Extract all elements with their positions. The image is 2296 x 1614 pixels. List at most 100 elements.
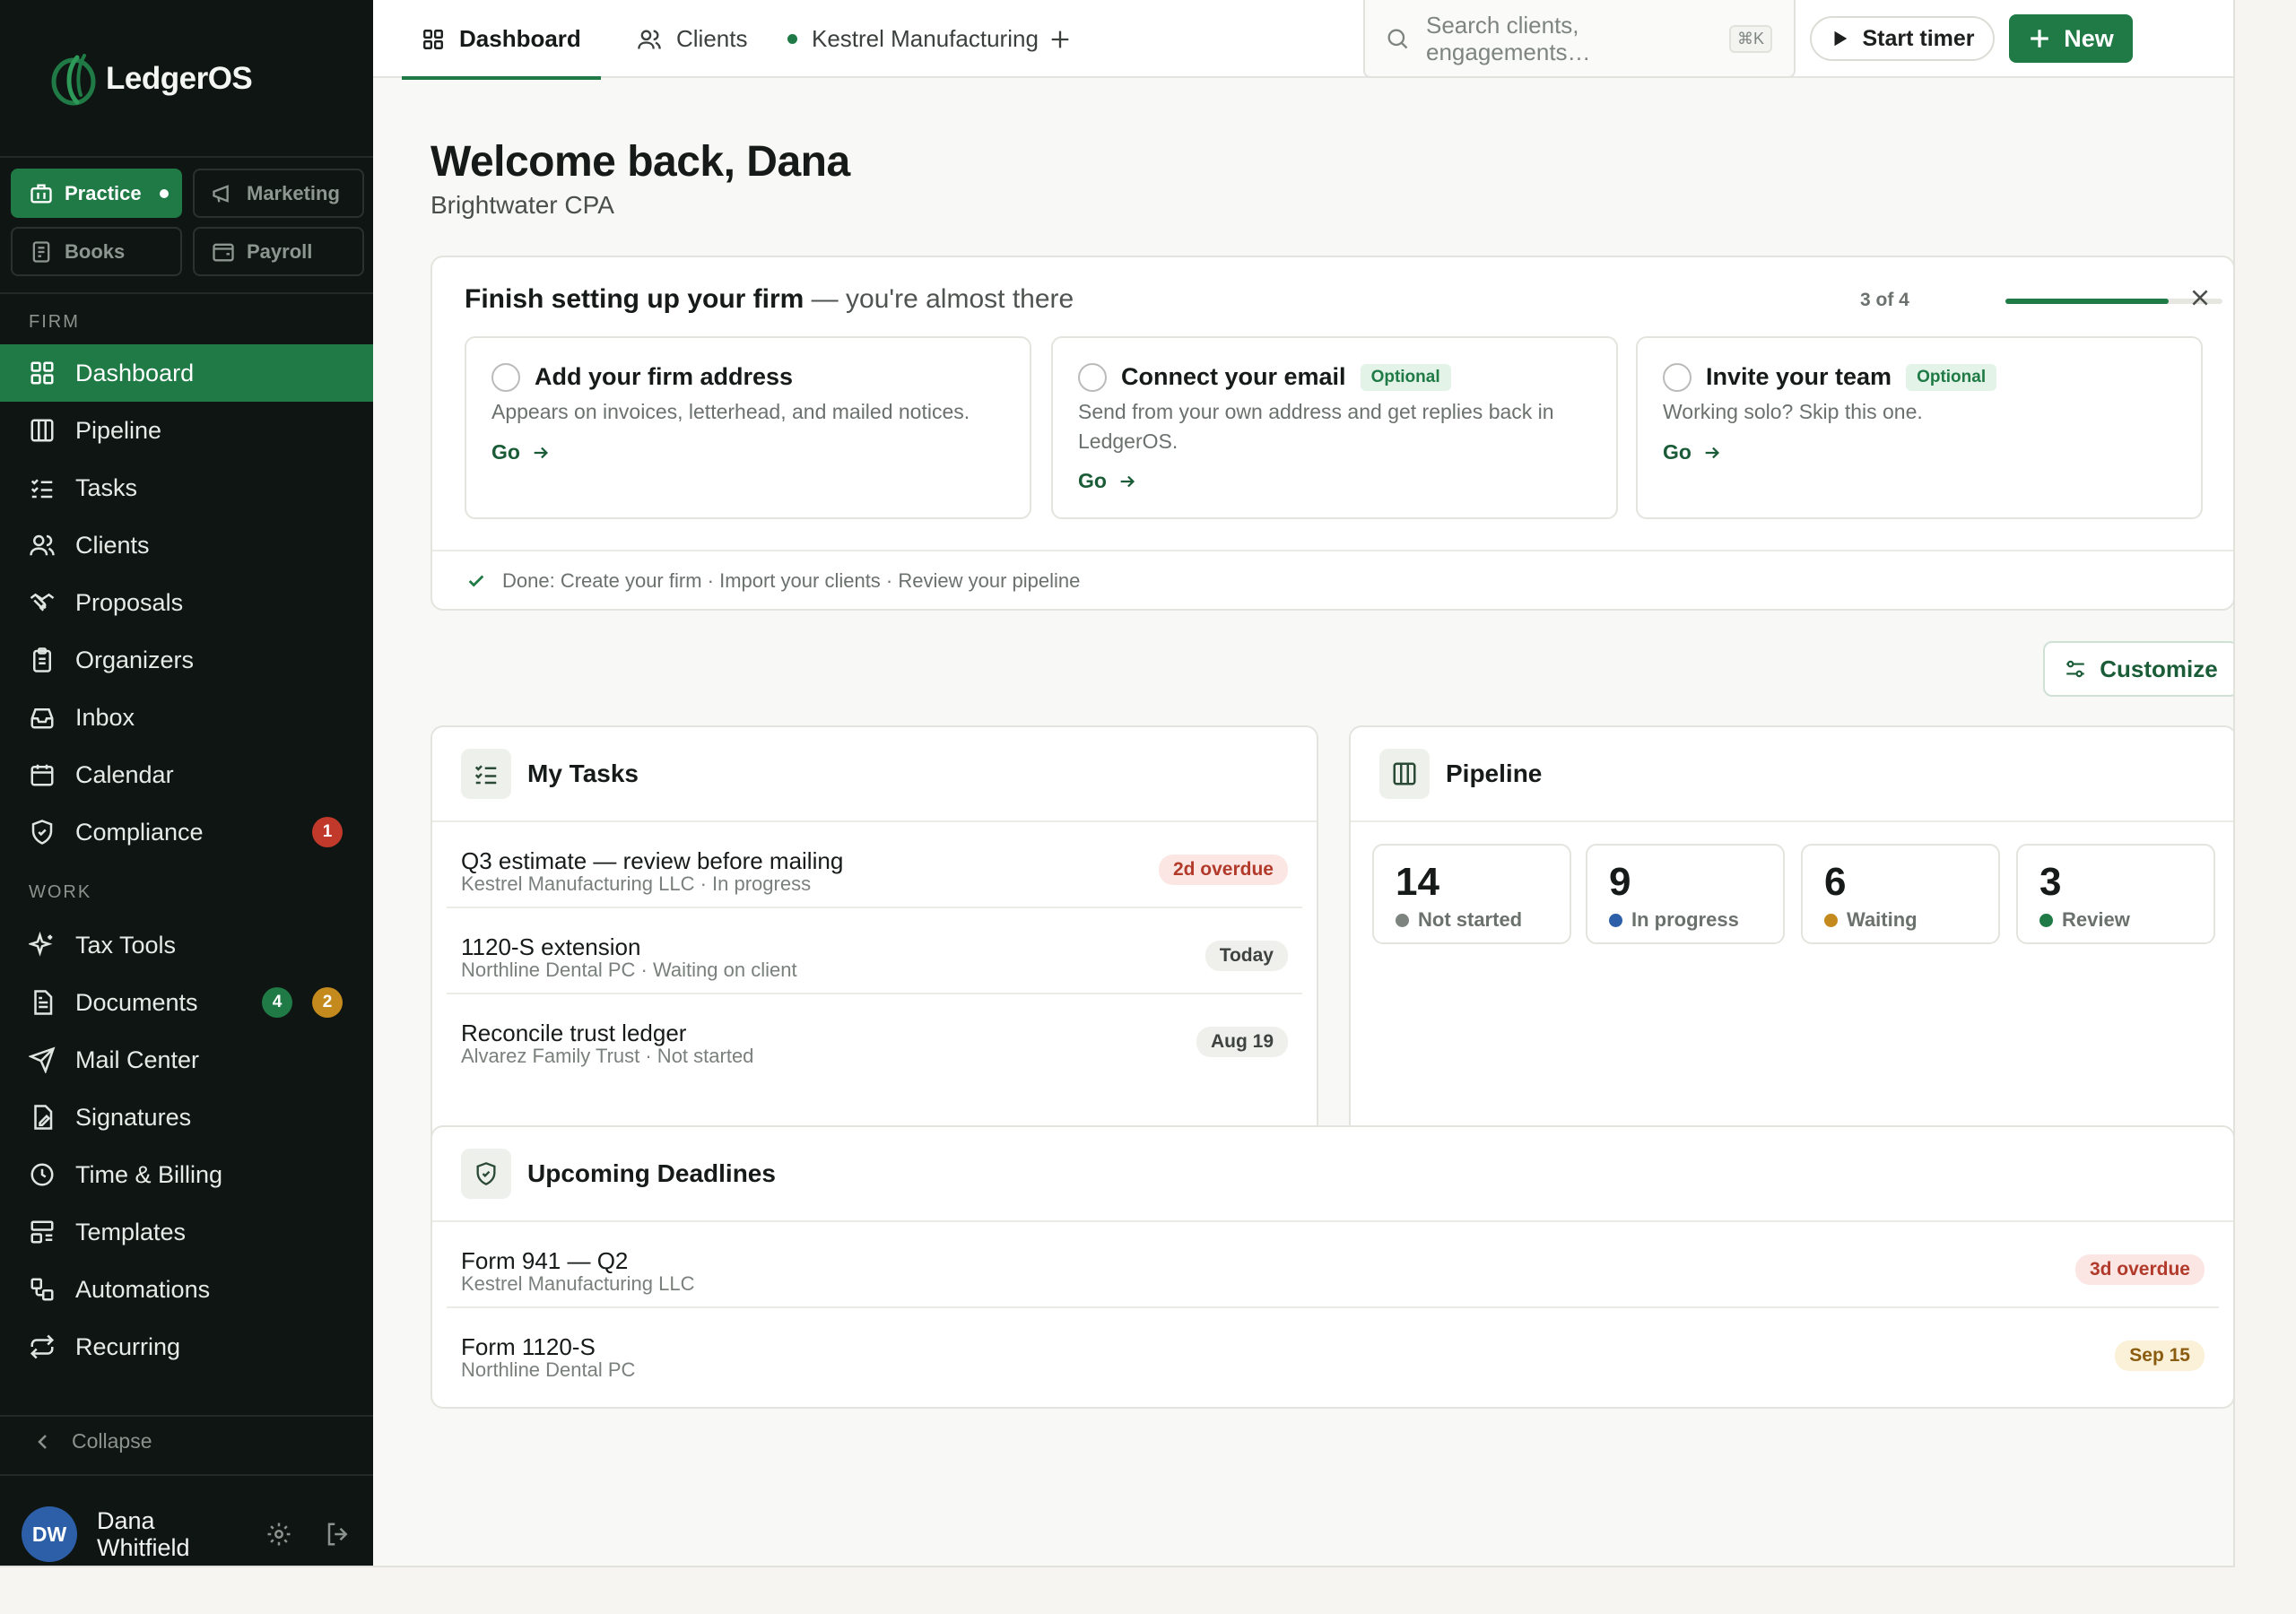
workspace-books[interactable]: Books bbox=[11, 227, 182, 276]
sidebar-item-inbox[interactable]: Inbox bbox=[0, 689, 373, 746]
sidebar-item-label: Inbox bbox=[75, 703, 135, 731]
main-content: Welcome back, Dana Brightwater CPA Finis… bbox=[373, 80, 2233, 1566]
stage-label-text: Waiting bbox=[1847, 908, 1918, 931]
setup-step-firm-address[interactable]: Add your firm address Appears on invoice… bbox=[465, 336, 1031, 519]
pipeline-stage-review[interactable]: 3 Review bbox=[2016, 844, 2215, 944]
step-checkbox[interactable] bbox=[1078, 363, 1107, 392]
sidebar-item-label: Proposals bbox=[75, 588, 184, 616]
step-go-link[interactable]: Go bbox=[491, 440, 551, 464]
sidebar-item-pipeline[interactable]: Pipeline bbox=[0, 402, 373, 459]
setup-title-strong: Finish setting up your firm bbox=[465, 284, 804, 314]
sidebar-item-label: Time & Billing bbox=[75, 1160, 223, 1188]
sidebar-item-dashboard[interactable]: Dashboard bbox=[0, 344, 373, 402]
sidebar-item-label: Mail Center bbox=[75, 1046, 200, 1073]
workspace-payroll[interactable]: Payroll bbox=[193, 227, 364, 276]
workspace-practice[interactable]: Practice bbox=[11, 169, 182, 218]
stage-dot bbox=[1396, 913, 1409, 927]
setup-step-invite-team[interactable]: Invite your team Optional Working solo? S… bbox=[1636, 336, 2203, 519]
sidebar-item-tax-tools[interactable]: Tax Tools bbox=[0, 916, 373, 974]
setup-subtitle: — you're almost there bbox=[804, 284, 1074, 314]
customize-label: Customize bbox=[2100, 655, 2218, 682]
sidebar-item-documents[interactable]: Documents 4 2 bbox=[0, 974, 373, 1031]
stage-count: 6 bbox=[1824, 860, 1847, 904]
sidebar-item-label: Recurring bbox=[75, 1332, 181, 1360]
step-go-link[interactable]: Go bbox=[1663, 440, 1722, 464]
calendar-icon bbox=[30, 764, 54, 786]
sidebar-item-proposals[interactable]: Proposals bbox=[0, 574, 373, 631]
stage-label-text: Not started bbox=[1418, 908, 1523, 931]
inbox-icon bbox=[30, 708, 54, 729]
workspace-label: Practice bbox=[65, 181, 142, 204]
tab-clients[interactable]: Clients bbox=[622, 0, 761, 78]
task-row[interactable]: Reconcile trust ledger Alvarez Family Tr… bbox=[447, 994, 1302, 1080]
panel-icon bbox=[1379, 749, 1430, 799]
sidebar-item-mail-center[interactable]: Mail Center bbox=[0, 1031, 373, 1089]
step-go-link[interactable]: Go bbox=[1078, 469, 1137, 493]
stage-label-text: In progress bbox=[1631, 908, 1739, 931]
sidebar-item-automations[interactable]: Automations bbox=[0, 1261, 373, 1318]
status-dot bbox=[787, 34, 797, 44]
deadline-row[interactable]: Form 1120-S Northline Dental PC Sep 15 bbox=[447, 1308, 2219, 1394]
pipeline-stage-not-started[interactable]: 14 Not started bbox=[1372, 844, 1571, 944]
tab-dashboard[interactable]: Dashboard bbox=[402, 0, 601, 80]
new-tab-button[interactable] bbox=[1048, 0, 1073, 78]
sidebar-item-time-billing[interactable]: Time & Billing bbox=[0, 1146, 373, 1203]
new-button[interactable]: New bbox=[2009, 14, 2133, 63]
sidebar-item-label: Clients bbox=[75, 531, 150, 559]
sidebar-item-signatures[interactable]: Signatures bbox=[0, 1089, 373, 1146]
optional-badge: Optional bbox=[1906, 363, 1997, 391]
task-title: Reconcile trust ledger bbox=[461, 1020, 687, 1046]
workspace-switcher: Practice Marketing Books Payroll bbox=[11, 169, 364, 276]
sidebar-item-tasks[interactable]: Tasks bbox=[0, 459, 373, 516]
workspace-marketing[interactable]: Marketing bbox=[193, 169, 364, 218]
tab-kestrel-manufacturing[interactable]: Kestrel Manufacturing bbox=[773, 0, 1053, 78]
repeat-icon bbox=[30, 1334, 55, 1359]
sidebar-item-label: Calendar bbox=[75, 760, 174, 788]
compliance-count-badge: 1 bbox=[312, 817, 343, 847]
sidebar-item-calendar[interactable]: Calendar bbox=[0, 746, 373, 803]
search-box[interactable]: Search clients, engagements… ⌘K bbox=[1363, 0, 1796, 78]
chevron-left-icon bbox=[38, 1434, 47, 1449]
deadline-row[interactable]: Form 941 — Q2 Kestrel Manufacturing LLC … bbox=[447, 1222, 2219, 1308]
task-row[interactable]: Q3 estimate — review before mailing Kest… bbox=[447, 822, 1302, 908]
stage-dot bbox=[1609, 913, 1622, 927]
task-title: 1120-S extension bbox=[461, 933, 641, 960]
stage-label: Review bbox=[2039, 908, 2130, 932]
go-label: Go bbox=[491, 440, 520, 464]
close-icon[interactable] bbox=[2188, 286, 2212, 309]
pipeline-stage-waiting[interactable]: 6 Waiting bbox=[1801, 844, 2000, 944]
payroll-icon bbox=[213, 243, 234, 261]
documents-new-badge: 4 bbox=[262, 987, 292, 1018]
step-checkbox[interactable] bbox=[491, 363, 520, 392]
collapse-button[interactable]: Collapse bbox=[32, 1429, 152, 1453]
sidebar-item-clients[interactable]: Clients bbox=[0, 516, 373, 574]
workspace-label: Payroll bbox=[247, 239, 313, 263]
sidebar-item-compliance[interactable]: Compliance 1 bbox=[0, 803, 373, 861]
logout-icon[interactable] bbox=[325, 1521, 352, 1548]
sidebar-item-templates[interactable]: Templates bbox=[0, 1203, 373, 1261]
stage-count: 3 bbox=[2039, 860, 2062, 904]
step-checkbox[interactable] bbox=[1663, 363, 1692, 392]
my-tasks-card: My Tasks Q3 estimate — review before mai… bbox=[430, 725, 1318, 1176]
start-timer-button[interactable]: Start timer bbox=[1810, 16, 1995, 61]
go-label: Go bbox=[1078, 469, 1107, 492]
logo[interactable]: LedgerOS bbox=[50, 52, 253, 106]
task-title: Q3 estimate — review before mailing bbox=[461, 847, 844, 874]
megaphone-icon bbox=[213, 184, 229, 203]
setup-step-connect-email[interactable]: Connect your email Optional Send from you… bbox=[1051, 336, 1618, 519]
task-row[interactable]: 1120-S extension Northline Dental PC · W… bbox=[447, 908, 1302, 994]
firm-nav: Dashboard Pipeline Tasks Clients Proposa… bbox=[0, 344, 373, 861]
sidebar-item-label: Automations bbox=[75, 1275, 211, 1303]
gear-icon[interactable] bbox=[265, 1521, 292, 1548]
active-dot bbox=[159, 188, 169, 198]
search-input[interactable]: Search clients, engagements… bbox=[1426, 12, 1659, 65]
deadline-client: Northline Dental PC bbox=[461, 1358, 636, 1381]
sidebar-item-recurring[interactable]: Recurring bbox=[0, 1318, 373, 1375]
pipeline-stage-in-progress[interactable]: 9 In progress bbox=[1586, 844, 1785, 944]
task-subtitle: Northline Dental PC · Waiting on client bbox=[461, 959, 797, 981]
panel-title: Pipeline bbox=[1446, 759, 1543, 787]
avatar[interactable]: DW bbox=[22, 1506, 77, 1562]
customize-button[interactable]: Customize bbox=[2043, 641, 2233, 697]
sidebar-item-organizers[interactable]: Organizers bbox=[0, 631, 373, 689]
stage-count: 9 bbox=[1609, 860, 1631, 904]
